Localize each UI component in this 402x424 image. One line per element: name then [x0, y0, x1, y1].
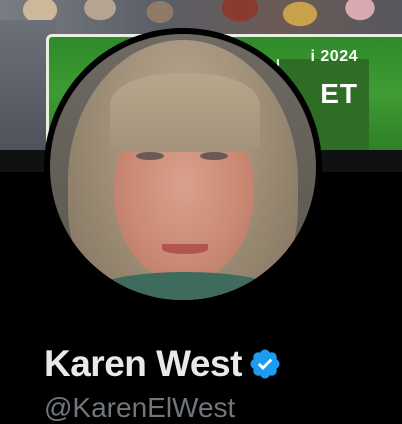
- avatar-eye-left: [136, 152, 164, 160]
- profile-handle: @KarenElWest: [44, 392, 236, 423]
- banner-sign-year: i 2024: [310, 48, 358, 65]
- avatar-bangs: [110, 74, 260, 152]
- avatar-mouth: [162, 244, 208, 254]
- avatar-eye-right: [200, 152, 228, 160]
- avatar[interactable]: [50, 34, 316, 300]
- profile-name-row: Karen West: [44, 340, 282, 388]
- verified-badge-icon[interactable]: [248, 347, 282, 381]
- display-name: Karen West: [44, 343, 242, 384]
- banner-sign-word: ET: [320, 78, 358, 109]
